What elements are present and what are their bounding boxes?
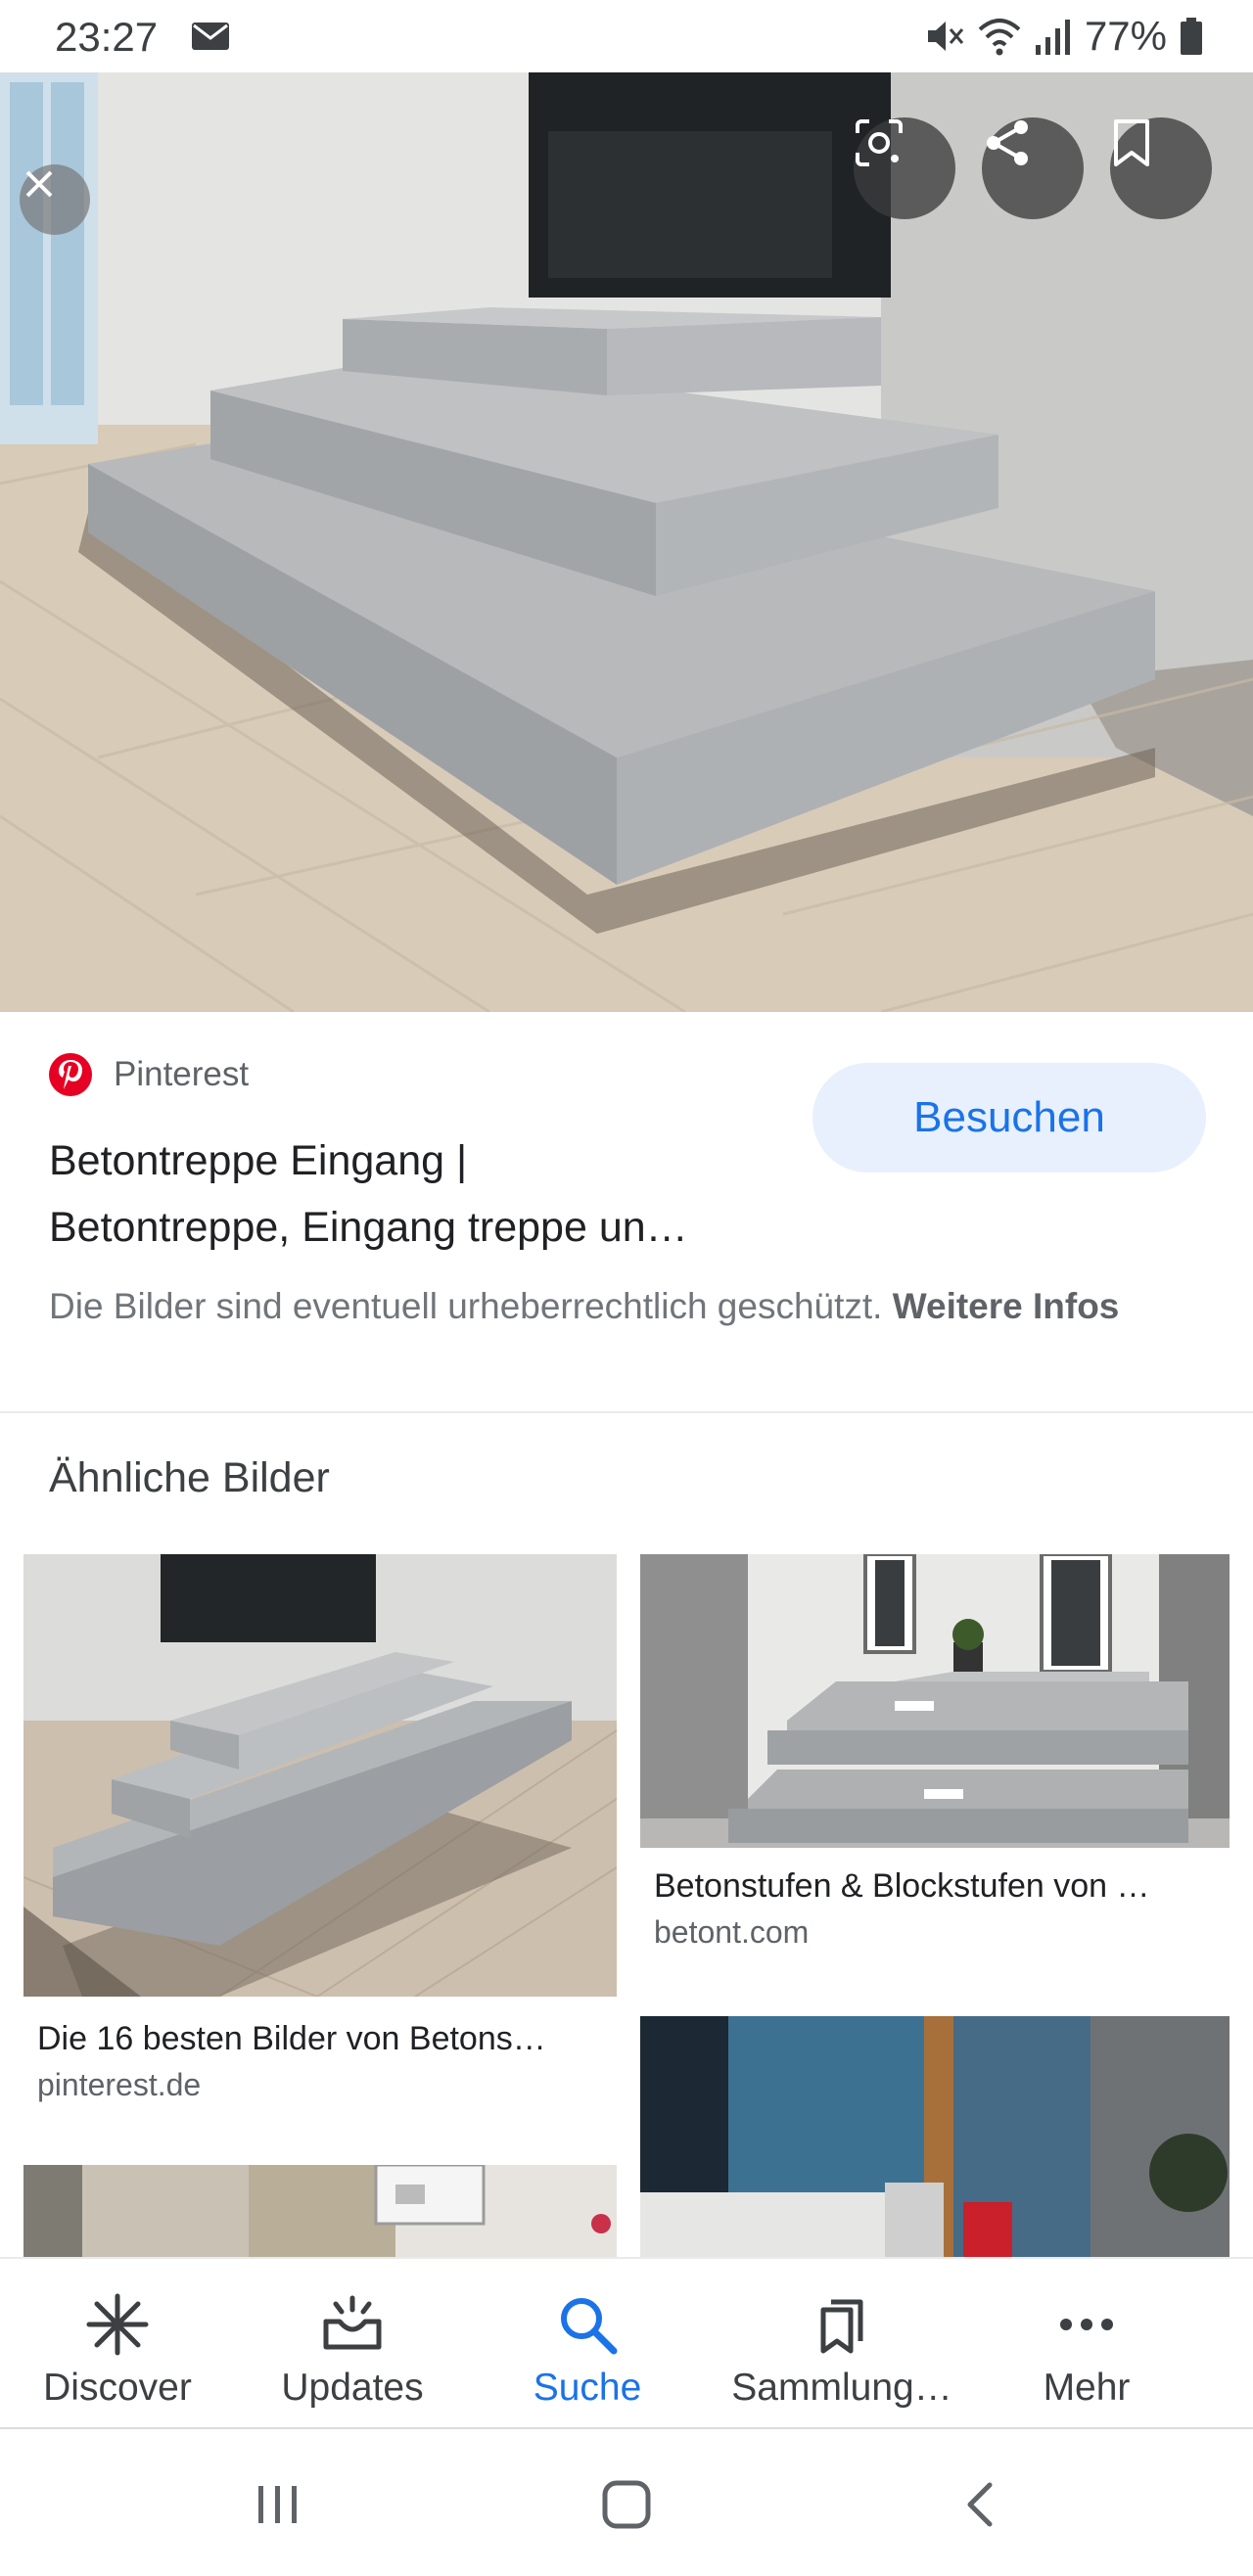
home-icon <box>602 2480 651 2529</box>
collections-icon <box>808 2290 876 2359</box>
back-icon <box>967 2482 993 2527</box>
inbox-icon <box>318 2290 387 2359</box>
similar-caption-2: Betonstufen & Blockstufen von … <box>654 1867 1150 1905</box>
nav-collections[interactable]: Sammlung… <box>705 2259 979 2429</box>
similar-domain-2: betont.com <box>654 1914 810 1950</box>
system-navigation-bar <box>0 2429 1253 2576</box>
similar-image-card-1[interactable]: Die 16 besten Bilder von Betons… pintere… <box>23 1554 617 2122</box>
status-time: 23:27 <box>55 14 159 60</box>
similar-image-2 <box>640 1554 1230 1848</box>
nav-discover[interactable]: Discover <box>0 2259 235 2429</box>
result-title[interactable]: Betontreppe Eingang | Betontreppe, Einga… <box>49 1127 773 1261</box>
nav-label-discover: Discover <box>43 2367 192 2409</box>
mute-icon <box>927 22 964 51</box>
nav-more[interactable]: Mehr <box>979 2259 1194 2429</box>
nav-label-search: Suche <box>533 2367 642 2409</box>
nav-label-more: Mehr <box>1043 2367 1131 2409</box>
divider <box>0 1411 1253 1413</box>
close-icon <box>25 170 53 198</box>
similar-images-heading: Ähnliche Bilder <box>49 1454 330 1501</box>
source-row[interactable]: Pinterest <box>49 1053 249 1096</box>
recents-button[interactable] <box>239 2470 317 2539</box>
copyright-notice: Die Bilder sind eventuell urheberrechtli… <box>49 1280 1204 1333</box>
more-icon <box>1052 2290 1121 2359</box>
similar-image-card-3[interactable] <box>23 2165 617 2257</box>
lens-button[interactable] <box>854 117 955 219</box>
pinterest-logo-icon <box>49 1053 92 1096</box>
nav-updates[interactable]: Updates <box>235 2259 470 2429</box>
back-button[interactable] <box>942 2470 1020 2539</box>
mail-icon <box>192 23 229 50</box>
signal-icon <box>1035 20 1070 55</box>
similar-image-1 <box>23 1554 617 1997</box>
bookmark-icon <box>1114 119 1149 166</box>
battery-icon <box>1181 18 1202 55</box>
status-icons: 77% <box>924 12 1204 61</box>
battery-percent: 77% <box>1084 13 1167 59</box>
result-title-line1: Betontreppe Eingang | <box>49 1137 468 1184</box>
more-info-link[interactable]: Weitere Infos <box>893 1286 1120 1326</box>
hero-image[interactable] <box>0 72 1253 1012</box>
recents-icon <box>258 2486 297 2523</box>
copyright-text: Die Bilder sind eventuell urheberrechtli… <box>49 1286 883 1326</box>
source-name: Pinterest <box>114 1055 250 1093</box>
similar-image-3 <box>23 2165 617 2257</box>
status-bar: 23:27 77% <box>0 0 1253 72</box>
close-button[interactable] <box>20 164 90 235</box>
nav-label-collections: Sammlung… <box>731 2367 952 2409</box>
similar-image-card-2[interactable]: Betonstufen & Blockstufen von … betont.c… <box>640 1554 1230 1965</box>
result-title-line2: Betontreppe, Eingang treppe un… <box>49 1204 688 1251</box>
similar-image-card-4[interactable] <box>640 2016 1230 2257</box>
nav-search[interactable]: Suche <box>470 2259 705 2429</box>
search-icon <box>553 2290 622 2359</box>
bottom-navigation: Discover Updates Suche Sammlung… Mehr <box>0 2257 1253 2429</box>
share-button[interactable] <box>982 117 1084 219</box>
stairs-photo <box>0 72 1253 1012</box>
similar-domain-1: pinterest.de <box>37 2067 202 2102</box>
similar-image-4 <box>640 2016 1230 2257</box>
visit-button[interactable]: Besuchen <box>812 1063 1206 1173</box>
asterisk-icon <box>83 2290 152 2359</box>
home-button[interactable] <box>587 2470 666 2539</box>
lens-icon <box>856 119 903 166</box>
similar-caption-1: Die 16 besten Bilder von Betons… <box>37 2020 546 2057</box>
wifi-icon <box>978 19 1021 56</box>
share-icon <box>987 120 1028 165</box>
bookmark-button[interactable] <box>1110 117 1212 219</box>
nav-label-updates: Updates <box>281 2367 424 2409</box>
